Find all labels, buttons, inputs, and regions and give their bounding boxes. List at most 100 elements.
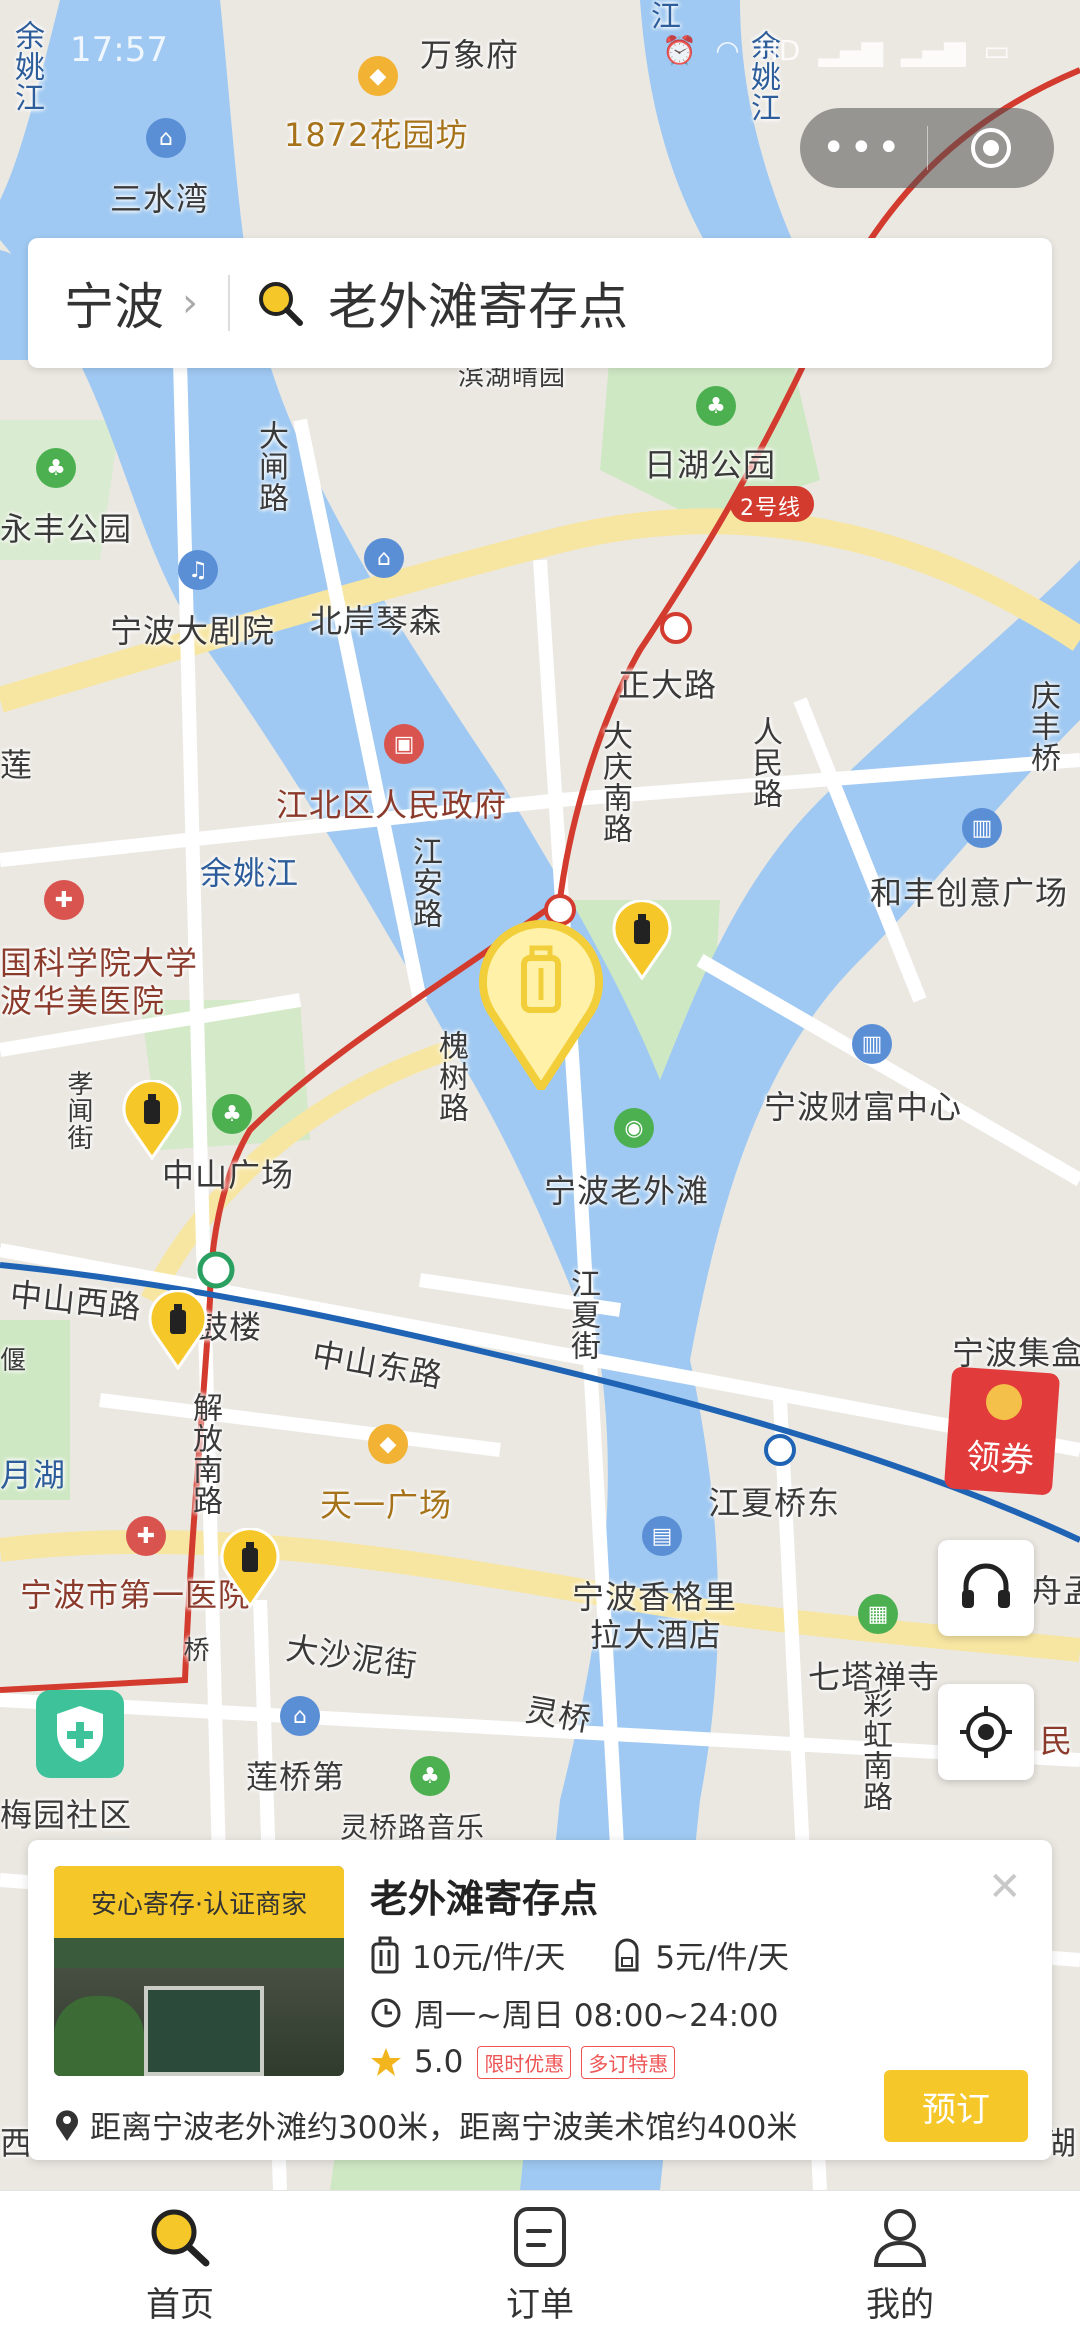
- map-label: 桥: [179, 1636, 209, 1663]
- close-icon[interactable]: ✕: [988, 1864, 1022, 1910]
- government-icon: ▣: [384, 724, 424, 764]
- signal-icon: ▂▄▆: [818, 33, 883, 67]
- map-label: 拉大酒店: [590, 1616, 723, 1654]
- search-icon: [259, 282, 303, 326]
- map-label: 莲桥第: [246, 1758, 346, 1796]
- user-icon: [873, 2209, 927, 2267]
- suitcase-icon: [370, 1936, 400, 1974]
- park-icon: ♣: [410, 1756, 450, 1796]
- price-bag: 5元/件/天: [655, 1940, 789, 1976]
- locker-pin[interactable]: [120, 1080, 184, 1160]
- locker-pin[interactable]: [218, 1528, 282, 1608]
- search-divider: [228, 275, 230, 331]
- building-icon: ▥: [962, 808, 1002, 848]
- map-label: 大庆南路: [597, 720, 632, 844]
- tab-profile-label: 我的: [866, 2285, 934, 2325]
- map-label: 偃: [0, 1346, 28, 1376]
- tab-home-label: 首页: [146, 2285, 214, 2325]
- park-icon: ♣: [212, 1094, 252, 1134]
- map-label: 天一广场: [320, 1486, 453, 1524]
- limited-offer-badge: 限时优惠: [477, 2045, 572, 2079]
- map-label: 三水湾: [110, 180, 210, 218]
- status-time: 17:57: [70, 30, 168, 70]
- map-label: 北岸琴森: [310, 602, 443, 640]
- price-row: 10元/件/天 5元/件/天: [370, 1932, 789, 1977]
- city-label: 宁波: [64, 278, 164, 336]
- certified-tag: 安心寄存·认证商家: [54, 1866, 344, 1938]
- store-card[interactable]: 安心寄存·认证商家 老外滩寄存点 ✕ 10元/件/天 5元/件/天 周一~周日 …: [28, 1840, 1052, 2160]
- hospital-icon: ✚: [126, 1516, 166, 1556]
- hotel-icon: ▤: [642, 1516, 682, 1556]
- map-label: 江夏桥东: [708, 1484, 841, 1522]
- photo-sign: [54, 1938, 344, 1968]
- status-bar: 17:57 ⏰ ◠ HD ▂▄▆ ▂▄▆ ▭: [0, 0, 1080, 100]
- safety-shield-button[interactable]: [36, 1690, 124, 1778]
- search-input[interactable]: 老外滩寄存点: [254, 267, 628, 339]
- map-label: 正大路: [618, 666, 718, 704]
- camera-icon: ◉: [614, 1108, 654, 1148]
- theater-icon: ♫: [178, 550, 218, 590]
- tab-home[interactable]: 首页: [0, 2191, 360, 2340]
- map-label: 日湖公园: [644, 446, 777, 484]
- map-label: 彩虹南路: [857, 1688, 892, 1812]
- map-label: 宁波财富中心: [764, 1088, 963, 1126]
- park-icon: ♣: [36, 448, 76, 488]
- city-selector[interactable]: 宁波 ›: [28, 267, 198, 339]
- map-label: 大闸路: [253, 420, 288, 513]
- map-label: 庆丰桥: [1025, 680, 1060, 773]
- map-label: 江安路: [407, 836, 442, 929]
- tab-profile[interactable]: 我的: [720, 2191, 1080, 2340]
- alarm-icon: ⏰: [662, 33, 698, 67]
- metro-line-badge: 2号线: [740, 496, 801, 521]
- locate-icon: [960, 1706, 1012, 1758]
- map-label: 梅园社区: [0, 1796, 133, 1834]
- bottom-tab-bar: 首页 订单 我的: [0, 2190, 1080, 2340]
- shield-plus-icon: [57, 1706, 103, 1762]
- target-close-icon[interactable]: [928, 125, 1055, 171]
- tab-orders[interactable]: 订单: [360, 2191, 720, 2340]
- photo-bush: [54, 1996, 144, 2076]
- residence-icon: ⌂: [280, 1696, 320, 1736]
- opening-hours: 周一~周日 08:00~24:00: [414, 1998, 779, 2034]
- map-label: 槐树路: [433, 1030, 468, 1123]
- map-label: 解放南路: [187, 1392, 222, 1516]
- network-label: HD: [757, 33, 801, 67]
- address-row: 距离宁波老外滩约300米，距离宁波美术馆约400米: [54, 2102, 797, 2147]
- book-button[interactable]: 预订: [884, 2070, 1028, 2142]
- rating-row: 5.0 限时优惠 多订特惠: [370, 2044, 676, 2080]
- hours-row: 周一~周日 08:00~24:00: [370, 1990, 778, 2035]
- map-label: 永丰公园: [0, 510, 133, 548]
- residence-icon: ⌂: [146, 118, 186, 158]
- order-icon: [514, 2207, 566, 2267]
- shopping-icon: ◆: [368, 1424, 408, 1464]
- locate-button[interactable]: [938, 1684, 1034, 1780]
- chevron-right-icon: ›: [182, 280, 198, 326]
- store-name: 老外滩寄存点: [370, 1877, 599, 1921]
- map-label: 宁波市第一医院: [20, 1576, 252, 1614]
- coupon-label: 领券: [964, 1436, 1036, 1482]
- more-dots-icon[interactable]: •••: [800, 125, 927, 171]
- tab-orders-label: 订单: [506, 2285, 574, 2325]
- price-luggage: 10元/件/天: [412, 1940, 566, 1976]
- location-pin-icon: [56, 2109, 78, 2141]
- map-label: 人民路: [747, 716, 782, 809]
- store-photo: 安心寄存·认证商家: [54, 1866, 344, 2076]
- search-icon: [151, 2209, 210, 2267]
- signal-icon: ▂▄▆: [900, 33, 966, 67]
- locker-pin[interactable]: [146, 1290, 210, 1370]
- map-label: 和丰创意广场: [870, 874, 1069, 912]
- multi-order-badge: 多订特惠: [581, 2045, 676, 2079]
- headset-icon: [962, 1563, 1010, 1608]
- miniprogram-capsule: •••: [800, 108, 1054, 188]
- locker-pin[interactable]: [610, 900, 674, 980]
- customer-service-button[interactable]: [938, 1540, 1034, 1636]
- map-label: 民: [1040, 1722, 1074, 1760]
- search-bar[interactable]: 宁波 › 老外滩寄存点: [28, 238, 1052, 368]
- selected-locker-pin[interactable]: [476, 920, 606, 1090]
- map-label: 月湖: [0, 1456, 67, 1494]
- residence-icon: ⌂: [364, 538, 404, 578]
- backpack-icon: [611, 1936, 643, 1974]
- temple-icon: ▦: [858, 1594, 898, 1634]
- coupon-button[interactable]: 领券: [943, 1366, 1061, 1496]
- clock-icon: [370, 1997, 402, 2029]
